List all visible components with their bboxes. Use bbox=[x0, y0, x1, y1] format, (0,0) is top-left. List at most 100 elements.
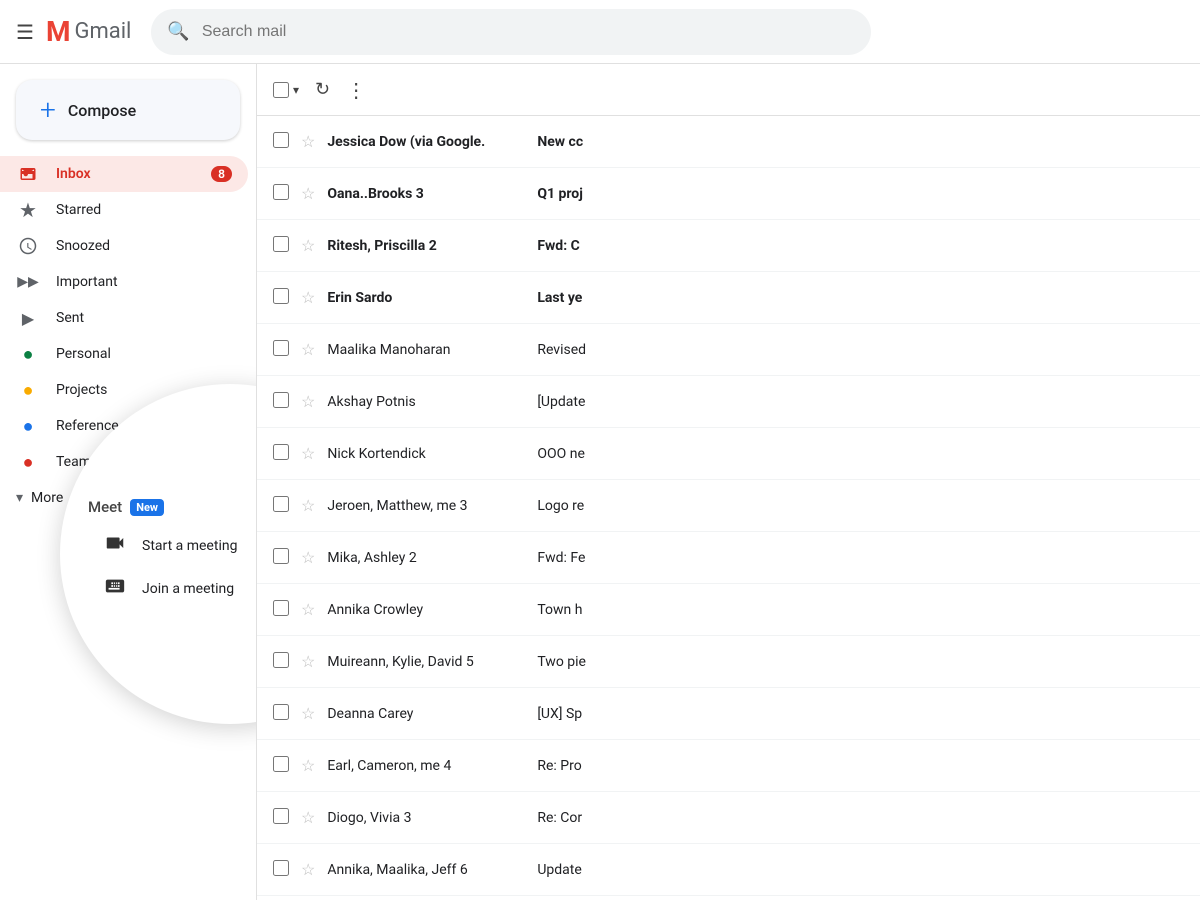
email-row[interactable]: ☆ Fabio, Tom, me 3 Referra bbox=[257, 896, 1200, 900]
star-icon[interactable]: ☆ bbox=[301, 808, 315, 827]
row-checkbox[interactable] bbox=[273, 444, 289, 460]
row-checkbox-wrapper[interactable] bbox=[273, 808, 293, 828]
row-checkbox[interactable] bbox=[273, 756, 289, 772]
sidebar-item-snoozed[interactable]: Snoozed bbox=[0, 228, 248, 264]
row-checkbox-wrapper[interactable] bbox=[273, 184, 293, 204]
keyboard-icon bbox=[104, 575, 126, 602]
email-row[interactable]: ☆ Diogo, Vivia 3 Re: Cor bbox=[257, 792, 1200, 844]
email-row[interactable]: ☆ Jeroen, Matthew, me 3 Logo re bbox=[257, 480, 1200, 532]
sidebar-item-starred[interactable]: ★ Starred bbox=[0, 192, 248, 228]
row-checkbox[interactable] bbox=[273, 600, 289, 616]
star-icon[interactable]: ☆ bbox=[301, 652, 315, 671]
email-row[interactable]: ☆ Annika, Maalika, Jeff 6 Update bbox=[257, 844, 1200, 896]
star-icon[interactable]: ☆ bbox=[301, 132, 315, 151]
email-row[interactable]: ☆ Annika Crowley Town h bbox=[257, 584, 1200, 636]
star-icon[interactable]: ☆ bbox=[301, 236, 315, 255]
email-row[interactable]: ☆ Jessica Dow (via Google. New cc bbox=[257, 116, 1200, 168]
email-row[interactable]: ☆ Maalika Manoharan Revised bbox=[257, 324, 1200, 376]
email-subject: OOO ne bbox=[537, 446, 1184, 462]
row-checkbox[interactable] bbox=[273, 808, 289, 824]
row-checkbox-wrapper[interactable] bbox=[273, 548, 293, 568]
row-checkbox-wrapper[interactable] bbox=[273, 236, 293, 256]
meet-header: Meet New bbox=[80, 498, 256, 524]
more-label: More bbox=[31, 490, 63, 506]
row-checkbox-wrapper[interactable] bbox=[273, 340, 293, 360]
row-checkbox[interactable] bbox=[273, 132, 289, 148]
star-icon[interactable]: ☆ bbox=[301, 496, 315, 515]
row-checkbox[interactable] bbox=[273, 392, 289, 408]
sidebar-item-important[interactable]: ▶▶ Important bbox=[0, 264, 248, 300]
row-checkbox-wrapper[interactable] bbox=[273, 288, 293, 308]
plus-icon: + bbox=[40, 96, 56, 124]
email-row[interactable]: ☆ Muireann, Kylie, David 5 Two pie bbox=[257, 636, 1200, 688]
sidebar-item-inbox[interactable]: Inbox 8 bbox=[0, 156, 248, 192]
start-meeting-button[interactable]: Start a meeting bbox=[80, 524, 256, 567]
email-row[interactable]: ☆ Erin Sardo Last ye bbox=[257, 272, 1200, 324]
snoozed-icon bbox=[16, 237, 40, 255]
row-checkbox[interactable] bbox=[273, 288, 289, 304]
gmail-m-icon: M bbox=[46, 15, 71, 48]
toolbar-more-icon[interactable]: ⋮ bbox=[346, 78, 366, 102]
row-checkbox[interactable] bbox=[273, 496, 289, 512]
email-sender: Muireann, Kylie, David 5 bbox=[327, 654, 537, 670]
sidebar-item-sent[interactable]: ▶ Sent bbox=[0, 300, 248, 336]
email-row[interactable]: ☆ Mika, Ashley 2 Fwd: Fe bbox=[257, 532, 1200, 584]
email-row[interactable]: ☆ Ritesh, Priscilla 2 Fwd: C bbox=[257, 220, 1200, 272]
row-checkbox-wrapper[interactable] bbox=[273, 392, 293, 412]
star-icon[interactable]: ☆ bbox=[301, 600, 315, 619]
row-checkbox-wrapper[interactable] bbox=[273, 600, 293, 620]
email-rows-container: ☆ Jessica Dow (via Google. New cc ☆ Oana… bbox=[257, 116, 1200, 900]
email-row[interactable]: ☆ Deanna Carey [UX] Sp bbox=[257, 688, 1200, 740]
star-icon[interactable]: ☆ bbox=[301, 340, 315, 359]
email-sender: Diogo, Vivia 3 bbox=[327, 810, 537, 826]
inbox-label: Inbox bbox=[56, 166, 211, 182]
email-row[interactable]: ☆ Earl, Cameron, me 4 Re: Pro bbox=[257, 740, 1200, 792]
star-icon[interactable]: ☆ bbox=[301, 548, 315, 567]
star-icon[interactable]: ☆ bbox=[301, 288, 315, 307]
row-checkbox[interactable] bbox=[273, 236, 289, 252]
search-bar[interactable]: 🔍 bbox=[151, 9, 871, 55]
row-checkbox-wrapper[interactable] bbox=[273, 444, 293, 464]
star-icon[interactable]: ☆ bbox=[301, 392, 315, 411]
email-sender: Nick Kortendick bbox=[327, 446, 537, 462]
select-all-checkbox[interactable] bbox=[273, 82, 289, 98]
star-icon[interactable]: ☆ bbox=[301, 860, 315, 879]
compose-button[interactable]: + Compose bbox=[16, 80, 240, 140]
star-icon[interactable]: ☆ bbox=[301, 184, 315, 203]
email-subject: Re: Cor bbox=[537, 810, 1184, 826]
row-checkbox[interactable] bbox=[273, 860, 289, 876]
row-checkbox-wrapper[interactable] bbox=[273, 652, 293, 672]
email-sender: Jessica Dow (via Google. bbox=[327, 134, 537, 150]
projects-icon: ● bbox=[16, 380, 40, 401]
refresh-icon[interactable]: ↻ bbox=[315, 79, 330, 100]
row-checkbox-wrapper[interactable] bbox=[273, 132, 293, 152]
sidebar-item-personal[interactable]: ● Personal bbox=[0, 336, 248, 372]
join-meeting-button[interactable]: Join a meeting bbox=[80, 567, 256, 610]
email-subject: Town h bbox=[537, 602, 1184, 618]
select-chevron-icon[interactable]: ▾ bbox=[293, 83, 299, 97]
email-sender: Ritesh, Priscilla 2 bbox=[327, 238, 537, 254]
sent-icon: ▶ bbox=[16, 309, 40, 328]
search-input[interactable] bbox=[202, 23, 856, 41]
email-sender: Annika, Maalika, Jeff 6 bbox=[327, 862, 537, 878]
email-row[interactable]: ☆ Nick Kortendick OOO ne bbox=[257, 428, 1200, 480]
select-all-wrapper[interactable]: ▾ bbox=[273, 82, 299, 98]
row-checkbox[interactable] bbox=[273, 340, 289, 356]
star-icon[interactable]: ☆ bbox=[301, 444, 315, 463]
row-checkbox-wrapper[interactable] bbox=[273, 704, 293, 724]
star-icon[interactable]: ☆ bbox=[301, 756, 315, 775]
row-checkbox-wrapper[interactable] bbox=[273, 756, 293, 776]
row-checkbox-wrapper[interactable] bbox=[273, 860, 293, 880]
star-icon[interactable]: ☆ bbox=[301, 704, 315, 723]
row-checkbox[interactable] bbox=[273, 184, 289, 200]
row-checkbox[interactable] bbox=[273, 548, 289, 564]
email-subject: Revised bbox=[537, 342, 1184, 358]
row-checkbox[interactable] bbox=[273, 652, 289, 668]
row-checkbox[interactable] bbox=[273, 704, 289, 720]
email-row[interactable]: ☆ Akshay Potnis [Update bbox=[257, 376, 1200, 428]
menu-icon[interactable]: ☰ bbox=[16, 20, 34, 44]
email-row[interactable]: ☆ Oana..Brooks 3 Q1 proj bbox=[257, 168, 1200, 220]
row-checkbox-wrapper[interactable] bbox=[273, 496, 293, 516]
inbox-badge: 8 bbox=[211, 166, 232, 182]
email-subject: New cc bbox=[537, 134, 1184, 150]
